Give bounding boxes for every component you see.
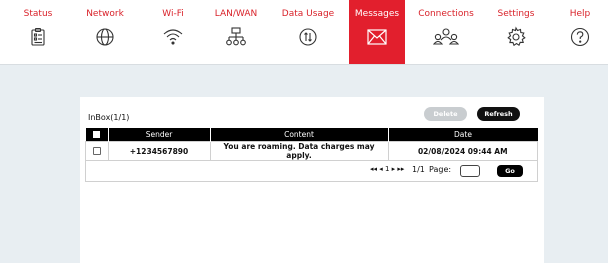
data-usage-icon bbox=[299, 28, 317, 46]
nav-network-label: Network bbox=[86, 9, 124, 19]
nav-settings[interactable]: Settings bbox=[488, 0, 544, 64]
refresh-button[interactable]: Refresh bbox=[477, 107, 520, 121]
users-icon bbox=[433, 28, 459, 45]
nav-data-usage-label: Data Usage bbox=[281, 9, 335, 19]
nav-messages-label: Messages bbox=[354, 9, 400, 19]
nav-help-label: Help bbox=[569, 9, 591, 19]
nav-help[interactable]: Help bbox=[552, 0, 608, 64]
nav-wifi-label: Wi-Fi bbox=[162, 9, 184, 19]
pagination-arrows[interactable]: ◂◂ ◂ 1 ▸ ▸▸ bbox=[370, 165, 404, 173]
content-cell: You are roaming. Data charges may apply. bbox=[209, 141, 389, 161]
go-button[interactable]: Go bbox=[497, 165, 523, 177]
table-header-row: Sender Content Date bbox=[85, 128, 538, 142]
nav-connections-label: Connections bbox=[418, 9, 474, 19]
date-cell: 02/08/2024 09:44 AM bbox=[387, 141, 538, 161]
date-column-header: Date bbox=[388, 128, 538, 142]
delete-button[interactable]: Delete bbox=[424, 107, 467, 121]
row-select-cell bbox=[85, 141, 109, 161]
sender-column-header: Sender bbox=[108, 128, 211, 142]
sender-cell: +1234567890 bbox=[107, 141, 211, 161]
question-icon bbox=[570, 27, 590, 47]
nav-status-label: Status bbox=[23, 9, 53, 19]
messages-table: Sender Content Date +1234567890 You are … bbox=[85, 128, 538, 161]
top-navigation: Status Network Wi-Fi LAN/WAN Data Usage bbox=[0, 0, 608, 65]
network-tree-icon bbox=[226, 27, 246, 46]
nav-lan-wan[interactable]: LAN/WAN bbox=[208, 0, 264, 64]
nav-data-usage[interactable]: Data Usage bbox=[280, 0, 336, 64]
wifi-icon bbox=[163, 29, 183, 45]
pagination: ◂◂ ◂ 1 ▸ ▸▸ 1/1 Page: Go bbox=[85, 161, 538, 182]
envelope-icon bbox=[367, 29, 387, 45]
globe-icon bbox=[96, 28, 114, 46]
page-label: Page: bbox=[429, 165, 452, 174]
content-column-header: Content bbox=[210, 128, 389, 142]
page-number-input[interactable] bbox=[460, 165, 480, 177]
page-count: 1/1 bbox=[412, 165, 425, 174]
inbox-title: InBox(1/1) bbox=[88, 113, 130, 122]
nav-messages[interactable]: Messages bbox=[349, 0, 405, 64]
select-all-checkbox[interactable] bbox=[93, 131, 100, 138]
table-row[interactable]: +1234567890 You are roaming. Data charge… bbox=[85, 141, 538, 161]
select-all-header bbox=[85, 128, 109, 142]
nav-wifi[interactable]: Wi-Fi bbox=[145, 0, 201, 64]
gear-icon bbox=[507, 26, 526, 47]
nav-status[interactable]: Status bbox=[10, 0, 66, 64]
row-checkbox[interactable] bbox=[92, 147, 101, 155]
nav-lan-wan-label: LAN/WAN bbox=[214, 9, 258, 19]
nav-connections[interactable]: Connections bbox=[416, 0, 476, 64]
nav-network[interactable]: Network bbox=[77, 0, 133, 64]
messages-panel: InBox(1/1) Delete Refresh Sender Content… bbox=[80, 97, 544, 263]
nav-settings-label: Settings bbox=[497, 9, 535, 19]
clipboard-icon bbox=[31, 27, 45, 46]
